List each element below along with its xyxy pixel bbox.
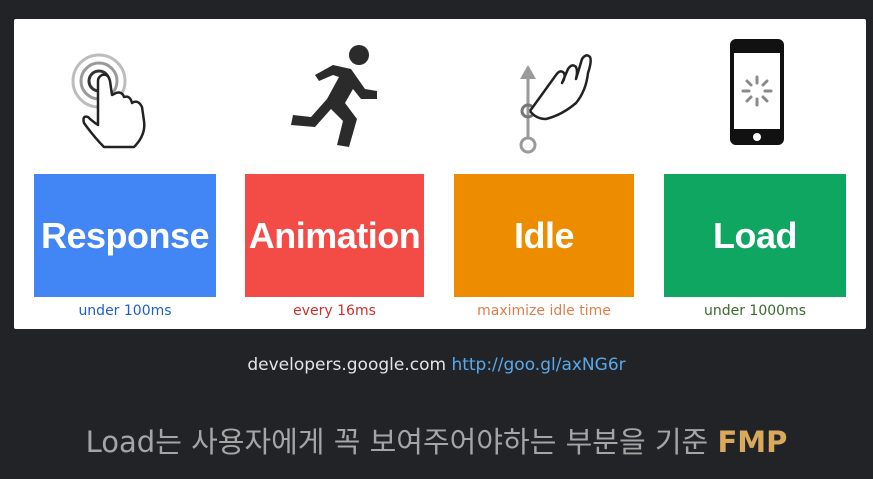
animation-card-title: Animation xyxy=(248,214,421,256)
response-card-title: Response xyxy=(40,214,210,256)
swipe-up-icon xyxy=(492,29,602,159)
running-person-icon xyxy=(281,29,391,159)
load-card-title: Load xyxy=(713,214,798,256)
animation-card: Animation xyxy=(245,174,424,297)
response-card-subtitle: under 100ms xyxy=(78,303,172,319)
phone-loading-icon xyxy=(702,29,812,159)
idle-card: Idle xyxy=(454,174,634,297)
source-line: developers.google.com http://goo.gl/axNG… xyxy=(0,355,873,375)
animation-card-subtitle: every 16ms xyxy=(293,303,376,319)
source-url-link[interactable]: http://goo.gl/axNG6r xyxy=(451,355,625,375)
source-site: developers.google.com xyxy=(247,355,447,375)
subtitle-caption: Load는 사용자에게 꼭 보여주어야하는 부분을 기준 FMP xyxy=(0,419,873,461)
rail-model-slide: Response Animation Idle Load under 100ms… xyxy=(14,19,866,329)
caption-highlight: FMP xyxy=(717,425,788,459)
load-card-subtitle: under 1000ms xyxy=(703,303,806,319)
touch-hand-icon xyxy=(64,29,174,159)
response-card: Response xyxy=(34,174,216,297)
idle-card-subtitle: maximize idle time xyxy=(477,303,611,319)
caption-text: Load는 사용자에게 꼭 보여주어야하는 부분을 기준 xyxy=(85,425,709,459)
load-card: Load xyxy=(664,174,846,297)
idle-card-title: Idle xyxy=(513,214,575,256)
